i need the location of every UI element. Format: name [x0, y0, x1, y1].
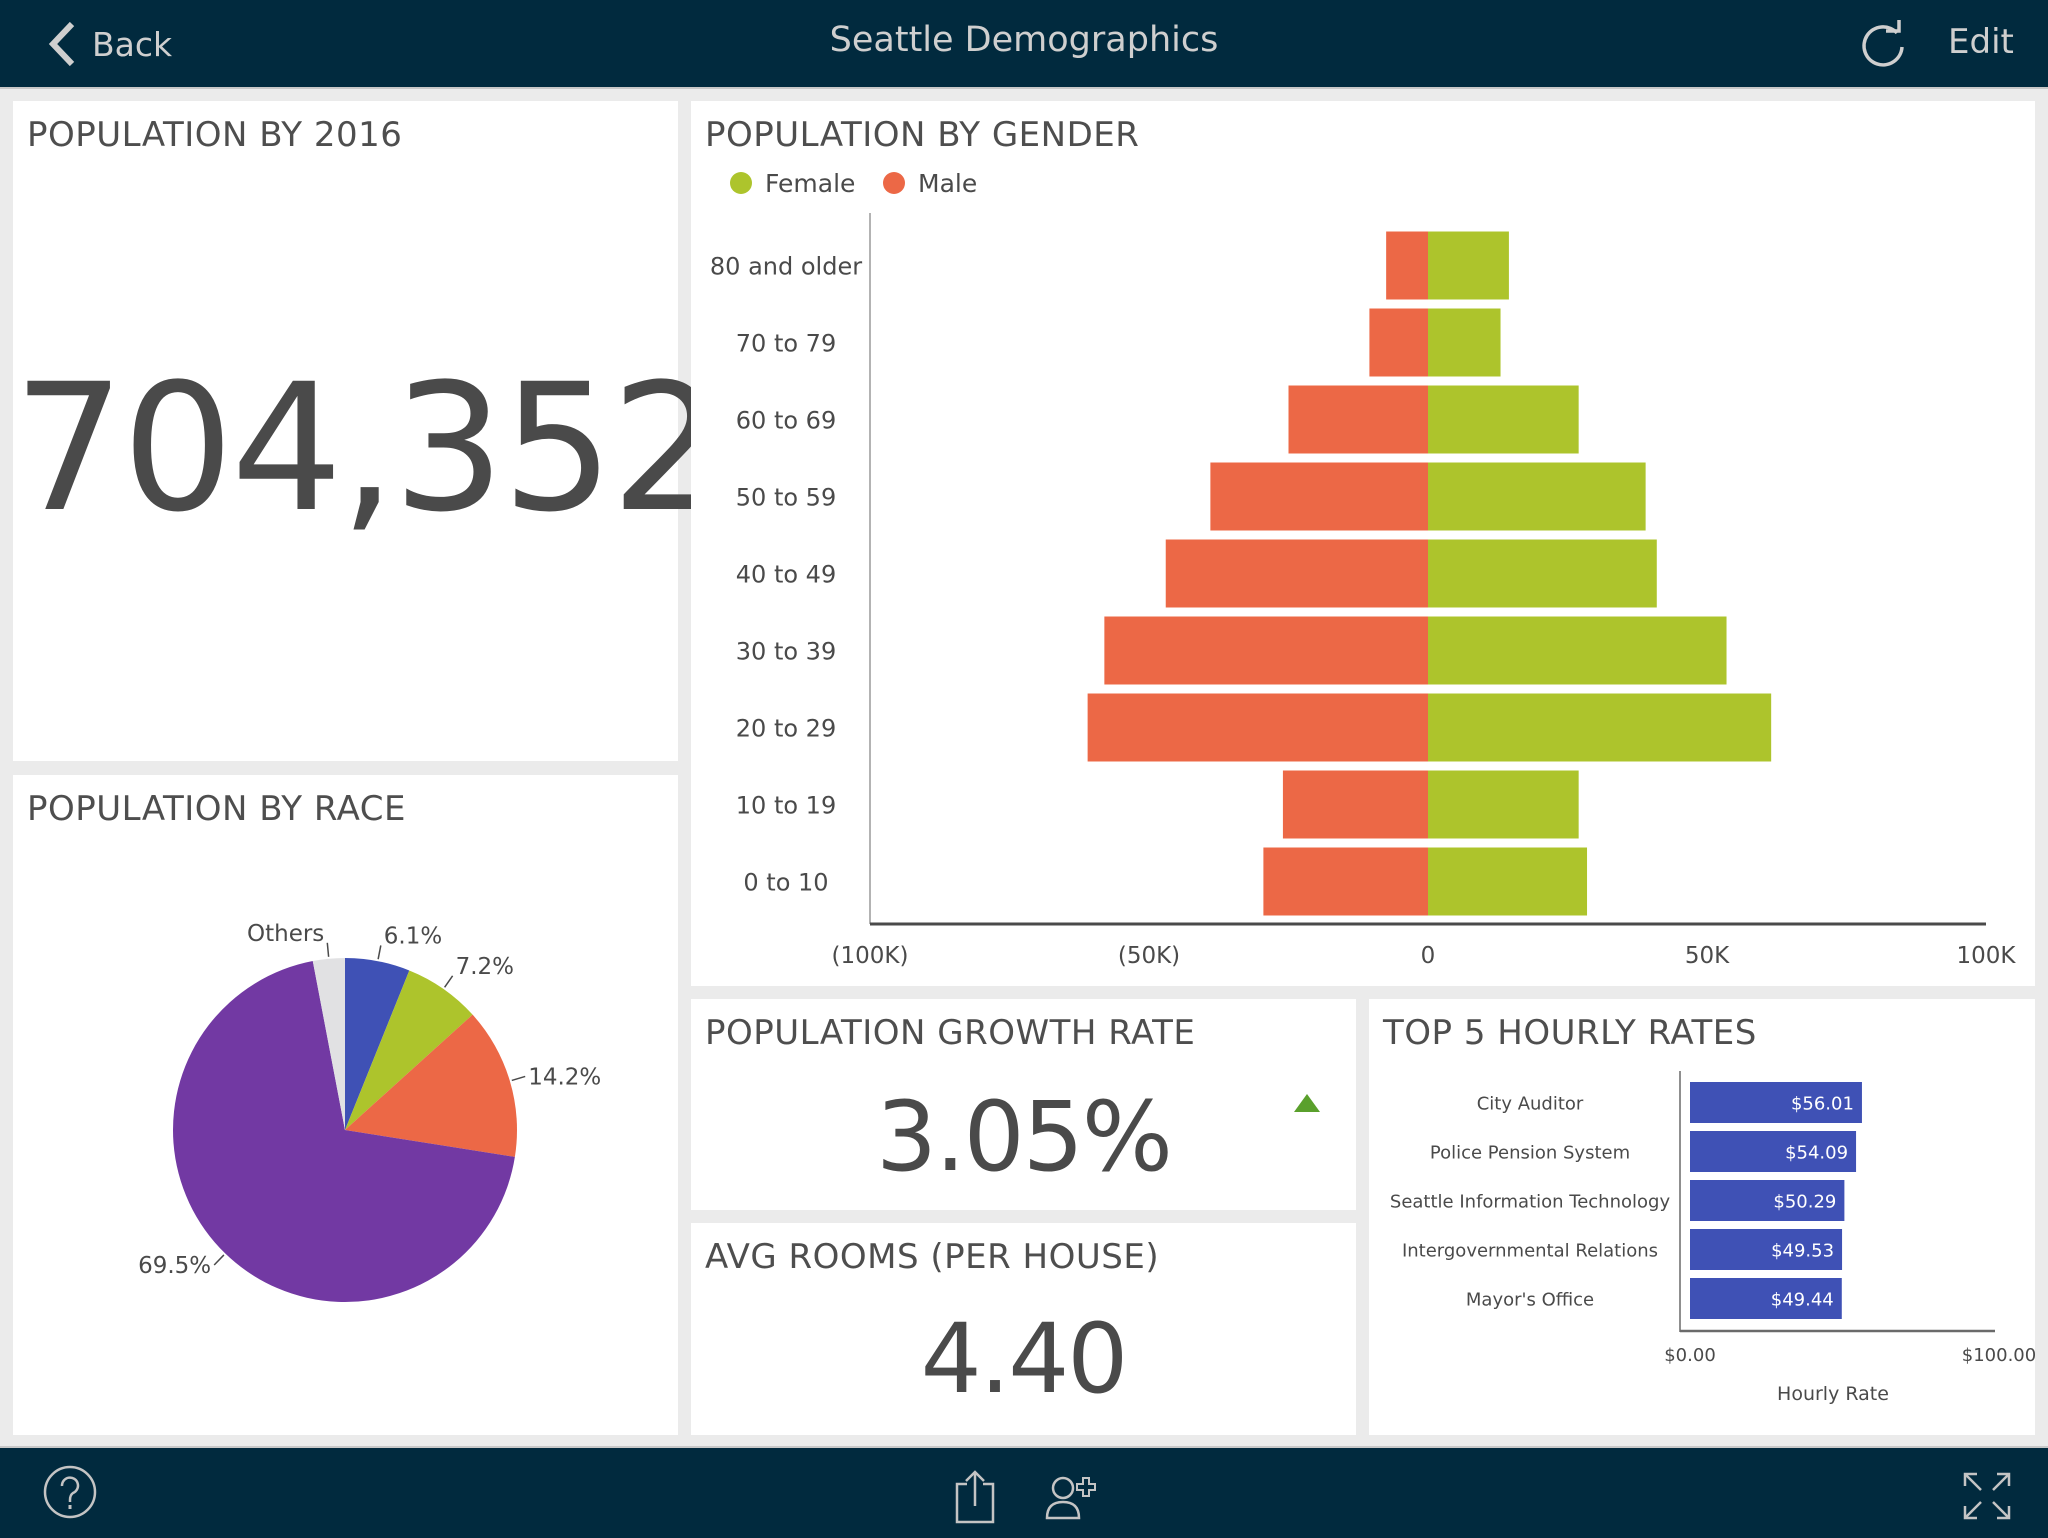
top-navigation-bar: Back Seattle Demographics Edit	[0, 0, 2048, 89]
help-icon[interactable]	[42, 1464, 98, 1520]
population-card-title: POPULATION BY 2016	[27, 115, 403, 155]
bar-male	[1369, 308, 1428, 377]
x-axis-tick-label: $0.00	[1664, 1345, 1716, 1366]
x-axis-tick-label: $100.00	[1962, 1345, 2035, 1366]
legend-swatch-female	[730, 172, 752, 194]
pie-data-label: 6.1%	[384, 923, 442, 949]
x-axis-tick-label: (50K)	[1118, 943, 1180, 969]
hourly-rates-chart: $56.01 $54.09 $50.29 $49.53 $49.44 City Audi…	[1390, 1071, 2035, 1405]
legend-label-female: Female	[765, 169, 855, 198]
bar-female	[1428, 693, 1772, 762]
population-card[interactable]: POPULATION BY 2016 704,352	[13, 101, 723, 761]
growth-rate-card[interactable]: POPULATION GROWTH RATE 3.05%	[691, 999, 1356, 1210]
avg-rooms-title: AVG ROOMS (PER HOUSE)	[705, 1237, 1160, 1277]
bar-female	[1428, 385, 1579, 454]
pie-leader-line	[511, 1075, 526, 1082]
x-axis-tick-label: 0	[1421, 943, 1436, 969]
refresh-icon[interactable]	[1858, 20, 1908, 70]
bar-male	[1210, 462, 1428, 531]
hourly-rate-value-label: $50.29	[1773, 1192, 1836, 1213]
legend-swatch-male	[883, 172, 905, 194]
department-label: Police Pension System	[1430, 1143, 1630, 1164]
pie-data-label: 7.2%	[456, 954, 514, 980]
bar-female	[1428, 616, 1727, 685]
pie-data-label: 14.2%	[528, 1064, 601, 1090]
hourly-rate-value-label: $54.09	[1785, 1143, 1848, 1164]
x-axis-tick-label: 100K	[1957, 943, 2017, 969]
race-pie-chart: 6.1% 7.2% 14.2% 69.5% Others	[138, 921, 601, 1302]
y-axis-category-label: 80 and older	[710, 253, 862, 281]
legend-label-male: Male	[918, 169, 977, 198]
bar-female	[1428, 462, 1646, 531]
y-axis-category-label: 40 to 49	[736, 561, 836, 589]
pie-leader-line	[213, 1254, 225, 1266]
hourly-rates-card[interactable]: TOP 5 HOURLY RATES $56.01 $54.09 $50.29 $49…	[1369, 999, 2035, 1435]
avg-rooms-card[interactable]: AVG ROOMS (PER HOUSE) 4.40	[691, 1223, 1356, 1435]
share-icon[interactable]	[953, 1470, 997, 1526]
bar-female	[1428, 308, 1501, 377]
bar-male	[1104, 616, 1428, 685]
bar-female	[1428, 770, 1579, 839]
edit-button[interactable]: Edit	[1948, 22, 2014, 62]
bar-male	[1282, 770, 1428, 839]
bar-male	[1386, 231, 1428, 300]
bar-male	[1288, 385, 1428, 454]
fullscreen-icon[interactable]	[1963, 1472, 2011, 1520]
department-label: Seattle Information Technology	[1390, 1192, 1671, 1213]
bar-female	[1428, 539, 1657, 608]
y-axis-category-label: 70 to 79	[736, 330, 836, 358]
bar-female	[1428, 847, 1588, 916]
x-axis-tick-label: 50K	[1685, 943, 1730, 969]
growth-rate-title: POPULATION GROWTH RATE	[705, 1013, 1196, 1053]
page-title: Seattle Demographics	[829, 20, 1219, 60]
pie-leader-line	[377, 945, 382, 960]
bar-male	[1165, 539, 1428, 608]
y-axis-category-label: 0 to 10	[743, 869, 828, 897]
pie-data-label: 69.5%	[138, 1253, 211, 1279]
y-axis-category-label: 60 to 69	[736, 407, 836, 435]
trend-up-icon	[1294, 1094, 1320, 1112]
x-axis-tick-label: (100K)	[832, 943, 909, 969]
hourly-rate-value-label: $49.53	[1771, 1241, 1834, 1262]
gender-card[interactable]: POPULATION BY GENDER Female Male 80 and o…	[691, 101, 2035, 986]
bottom-toolbar	[0, 1446, 2048, 1538]
population-value: 704,352	[13, 346, 723, 551]
department-label: Mayor's Office	[1466, 1290, 1594, 1311]
y-axis-category-label: 10 to 19	[736, 792, 836, 820]
hourly-rate-value-label: $49.44	[1771, 1290, 1834, 1311]
race-card[interactable]: POPULATION BY RACE 6.1% 7.2% 14.2% 69.5% Oth…	[13, 775, 678, 1435]
hourly-rate-value-label: $56.01	[1791, 1094, 1854, 1115]
department-label: City Auditor	[1477, 1094, 1584, 1115]
pie-leader-line	[326, 942, 330, 957]
bar-male	[1263, 847, 1428, 916]
pie-leader-line	[443, 975, 454, 988]
y-axis-category-label: 50 to 59	[736, 484, 836, 512]
y-axis-category-label: 20 to 29	[736, 715, 836, 743]
growth-rate-value: 3.05%	[876, 1081, 1173, 1193]
y-axis-category-label: 30 to 39	[736, 638, 836, 666]
avg-rooms-value: 4.40	[920, 1303, 1129, 1415]
pie-data-label: Others	[247, 921, 324, 947]
bar-female	[1428, 231, 1509, 300]
x-axis-title: Hourly Rate	[1777, 1383, 1889, 1405]
department-label: Intergovernmental Relations	[1402, 1241, 1658, 1262]
bar-male	[1087, 693, 1428, 762]
add-user-icon[interactable]	[1045, 1474, 1097, 1522]
gender-pyramid-chart: Female Male 80 and older 70 to 79 60 to 69 5…	[710, 169, 2017, 969]
